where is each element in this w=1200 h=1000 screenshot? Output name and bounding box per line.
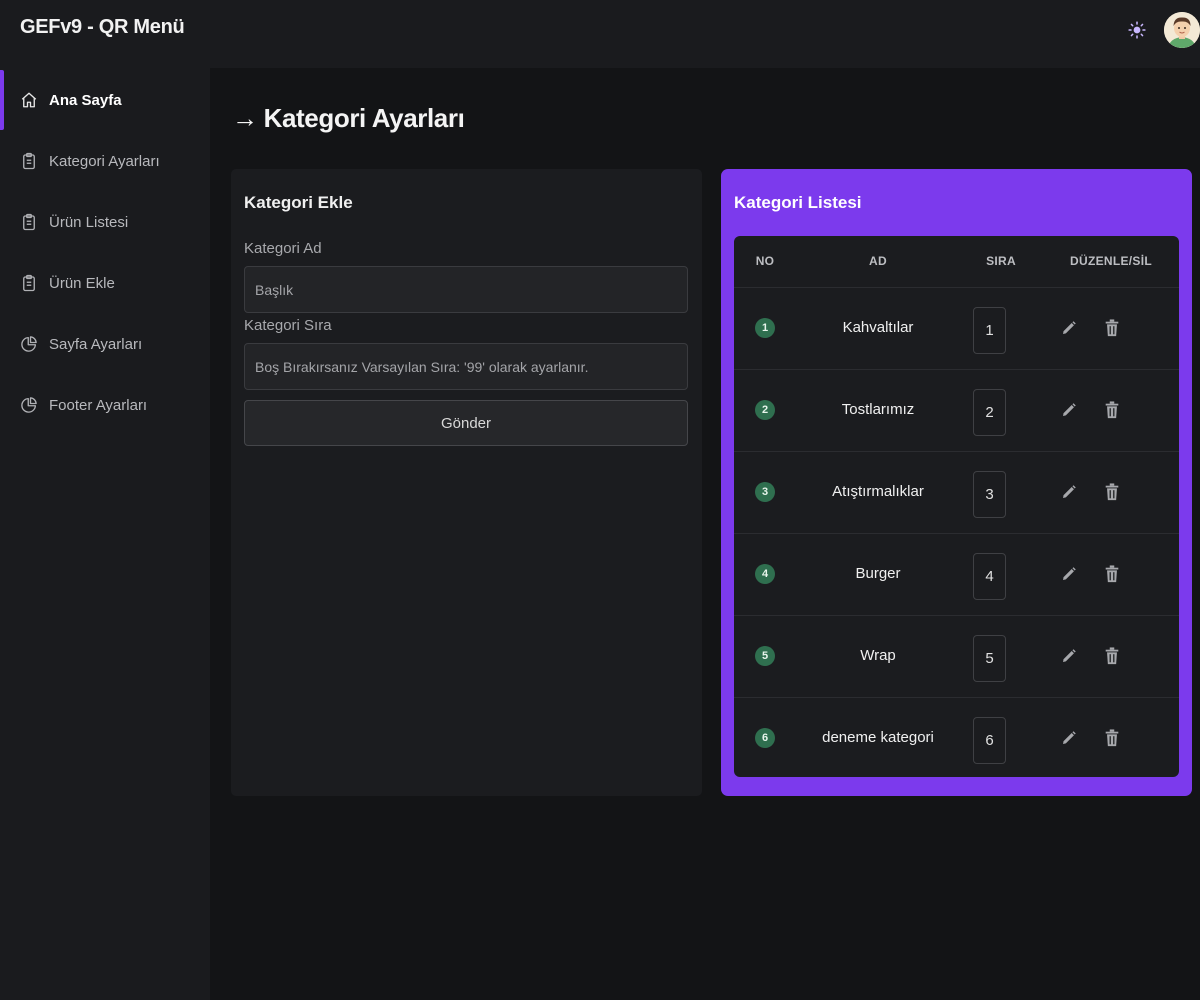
category-table: NO AD SIRA DÜZENLE/SİL 1 Kahvaltılar 2 Tost… bbox=[734, 236, 1179, 777]
row-number-badge: 5 bbox=[755, 646, 775, 666]
home-icon bbox=[20, 91, 38, 109]
pie-chart-icon bbox=[20, 335, 38, 353]
category-name-label: Kategori Ad bbox=[244, 240, 322, 257]
category-order-input[interactable] bbox=[973, 635, 1006, 682]
delete-button[interactable] bbox=[1103, 646, 1121, 666]
table-header: NO AD SIRA DÜZENLE/SİL bbox=[734, 236, 1179, 287]
table-row: 5 Wrap bbox=[734, 615, 1179, 697]
add-category-card: Kategori Ekle Kategori Ad Kategori Sıra … bbox=[231, 169, 702, 796]
category-name: Wrap bbox=[860, 647, 896, 664]
pencil-icon bbox=[1060, 403, 1078, 423]
sun-icon bbox=[1128, 21, 1146, 39]
page-title: → Kategori Ayarları bbox=[232, 103, 465, 134]
delete-button[interactable] bbox=[1103, 728, 1121, 748]
user-avatar[interactable] bbox=[1164, 12, 1200, 48]
sidebar-item-label: Footer Ayarları bbox=[49, 396, 148, 414]
list-title: Kategori Listesi bbox=[734, 193, 862, 212]
edit-button[interactable] bbox=[1060, 647, 1078, 665]
category-order-input[interactable] bbox=[973, 717, 1006, 764]
category-order-input[interactable] bbox=[973, 389, 1006, 436]
edit-button[interactable] bbox=[1060, 319, 1078, 337]
sidebar-item-footer-ayarlari[interactable]: Footer Ayarları bbox=[0, 374, 210, 436]
edit-button[interactable] bbox=[1060, 729, 1078, 747]
sidebar-item-label: Sayfa Ayarları bbox=[49, 335, 143, 353]
sidebar-item-label: Ürün Listesi bbox=[49, 213, 129, 231]
sidebar-item-label: Kategori Ayarları bbox=[49, 152, 160, 170]
delete-button[interactable] bbox=[1103, 482, 1121, 502]
trash-icon bbox=[1103, 647, 1121, 670]
column-header-order: SIRA bbox=[986, 254, 1016, 268]
delete-button[interactable] bbox=[1103, 318, 1121, 338]
edit-button[interactable] bbox=[1060, 565, 1078, 583]
edit-button[interactable] bbox=[1060, 483, 1078, 501]
clipboard-icon bbox=[20, 213, 38, 231]
sidebar-item-sayfa-ayarlari[interactable]: Sayfa Ayarları bbox=[0, 313, 210, 375]
category-name: deneme kategori bbox=[822, 729, 934, 746]
row-number-badge: 4 bbox=[755, 564, 775, 584]
pencil-icon bbox=[1060, 731, 1078, 751]
app-title[interactable]: GEFv9 - QR Menü bbox=[20, 16, 185, 39]
category-name-input[interactable] bbox=[244, 266, 688, 313]
category-order-input[interactable] bbox=[973, 307, 1006, 354]
pencil-icon bbox=[1060, 485, 1078, 505]
category-list-card: Kategori Listesi NO AD SIRA DÜZENLE/SİL … bbox=[721, 169, 1192, 796]
sidebar-item-urun-listesi[interactable]: Ürün Listesi bbox=[0, 191, 210, 253]
column-header-no: NO bbox=[755, 254, 775, 268]
row-number-badge: 2 bbox=[755, 400, 775, 420]
theme-toggle-button[interactable] bbox=[1126, 19, 1148, 41]
category-order-input[interactable] bbox=[973, 471, 1006, 518]
delete-button[interactable] bbox=[1103, 400, 1121, 420]
column-header-name: AD bbox=[869, 254, 887, 268]
category-name: Atıştırmalıklar bbox=[832, 483, 924, 500]
pie-chart-icon bbox=[20, 396, 38, 414]
sidebar-item-label: Ürün Ekle bbox=[49, 274, 115, 292]
trash-icon bbox=[1103, 565, 1121, 588]
arrow-right-icon: → bbox=[232, 103, 258, 133]
clipboard-icon bbox=[20, 274, 38, 292]
table-row: 3 Atıştırmalıklar bbox=[734, 451, 1179, 533]
row-number-badge: 3 bbox=[755, 482, 775, 502]
category-order-input[interactable] bbox=[973, 553, 1006, 600]
sidebar-item-label: Ana Sayfa bbox=[49, 91, 122, 109]
trash-icon bbox=[1103, 401, 1121, 424]
top-bar: GEFv9 - QR Menü bbox=[0, 0, 1200, 68]
pencil-icon bbox=[1060, 321, 1078, 341]
table-row: 4 Burger bbox=[734, 533, 1179, 615]
category-name: Kahvaltılar bbox=[842, 319, 914, 336]
row-number-badge: 6 bbox=[755, 728, 775, 748]
page-title-text: Kategori Ayarları bbox=[263, 103, 465, 133]
table-row: 1 Kahvaltılar bbox=[734, 287, 1179, 369]
submit-button[interactable]: Gönder bbox=[244, 400, 688, 446]
avatar-icon bbox=[1164, 12, 1200, 48]
sidebar-item-ana-sayfa[interactable]: Ana Sayfa bbox=[0, 69, 210, 131]
category-order-label: Kategori Sıra bbox=[244, 317, 332, 334]
clipboard-icon bbox=[20, 152, 38, 170]
sidebar-item-kategori-ayarlari[interactable]: Kategori Ayarları bbox=[0, 130, 210, 192]
category-order-input[interactable] bbox=[244, 343, 688, 390]
trash-icon bbox=[1103, 729, 1121, 752]
category-name: Tostlarımız bbox=[841, 401, 915, 418]
trash-icon bbox=[1103, 483, 1121, 506]
form-title: Kategori Ekle bbox=[244, 193, 353, 212]
column-header-actions: DÜZENLE/SİL bbox=[1070, 254, 1152, 268]
trash-icon bbox=[1103, 319, 1121, 342]
sidebar-item-urun-ekle[interactable]: Ürün Ekle bbox=[0, 252, 210, 314]
delete-button[interactable] bbox=[1103, 564, 1121, 584]
edit-button[interactable] bbox=[1060, 401, 1078, 419]
sidebar: Ana Sayfa Kategori Ayarları Ürün Listesi… bbox=[0, 68, 210, 1000]
category-name: Burger bbox=[855, 565, 901, 582]
row-number-badge: 1 bbox=[755, 318, 775, 338]
pencil-icon bbox=[1060, 649, 1078, 669]
table-row: 6 deneme kategori bbox=[734, 697, 1179, 777]
table-row: 2 Tostlarımız bbox=[734, 369, 1179, 451]
pencil-icon bbox=[1060, 567, 1078, 587]
